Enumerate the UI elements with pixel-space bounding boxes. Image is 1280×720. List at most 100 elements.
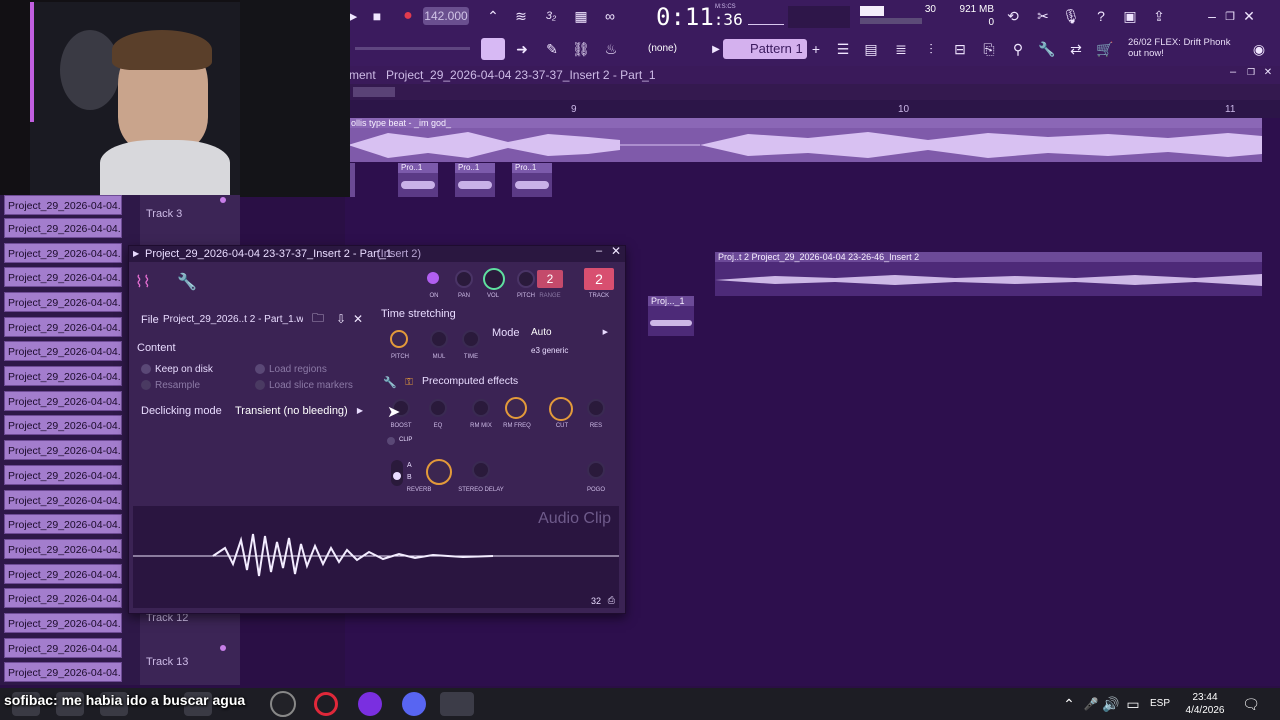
channel-rack-icon[interactable]: ▤ (860, 38, 882, 60)
loop-record-icon[interactable]: ∞ (599, 5, 621, 27)
browser-item[interactable]: Project_29_2026-04-04... (4, 514, 122, 534)
browser-item[interactable]: Project_29_2026-04-04... (4, 341, 122, 361)
browser-item[interactable]: Project_29_2026-04-04... (4, 195, 122, 215)
browser-item[interactable]: Project_29_2026-04-04... (4, 366, 122, 386)
ts-mul-knob[interactable] (430, 330, 448, 348)
browser-item[interactable]: Project_29_2026-04-04... (4, 588, 122, 608)
playlist-minimize-icon[interactable]: – (1225, 64, 1241, 80)
mixer-icon[interactable]: ⫶ (920, 38, 942, 60)
range-value[interactable]: 2 (537, 270, 563, 288)
load-regions-toggle[interactable] (255, 364, 265, 374)
browser-item[interactable]: Project_29_2026-04-04... (4, 490, 122, 510)
timeline-ruler[interactable]: 9 10 11 (345, 100, 1280, 118)
playlist-snap-slider[interactable] (355, 47, 470, 50)
on-knob[interactable] (427, 272, 439, 284)
ts-pitch-knob[interactable] (390, 330, 408, 348)
sampler-menu-arrow-icon[interactable]: ▶ (133, 246, 139, 262)
piano-roll-toggle[interactable] (481, 38, 505, 60)
tray-volume-icon[interactable]: 🔊 (1100, 693, 1122, 715)
pattern-selector[interactable]: (none) (632, 40, 702, 58)
eq-knob[interactable] (429, 399, 447, 417)
fx-lock-icon[interactable]: ⚿ (401, 373, 417, 391)
browser-item[interactable]: Project_29_2026-04-04... (4, 638, 122, 658)
step-edit-icon[interactable]: ▦ (570, 5, 592, 27)
browser-item[interactable]: Project_29_2026-04-04... (4, 539, 122, 559)
small-clip-1[interactable]: Pro..1 (398, 163, 438, 197)
countdown-icon[interactable]: 3₂ (540, 5, 562, 27)
overview-strip[interactable] (345, 84, 1280, 100)
clip-toggle[interactable] (387, 437, 395, 445)
wait-record-icon[interactable]: ≋ (510, 5, 532, 27)
browser-item[interactable]: Project_29_2026-04-04... (4, 218, 122, 238)
folder-icon[interactable]: 🗀 (309, 310, 327, 328)
pattern-button[interactable]: Pattern 1 (723, 39, 807, 59)
playlist-icon[interactable]: ☰ (832, 38, 854, 60)
playlist-restore-icon[interactable]: ❐ (1243, 64, 1259, 80)
microphone-icon[interactable]: 🎙 (1060, 5, 1082, 27)
file-close-icon[interactable]: ✕ (349, 310, 367, 328)
cut-knob[interactable] (549, 397, 573, 421)
browser-item[interactable]: Project_29_2026-04-04... (4, 415, 122, 435)
declicking-select[interactable]: Transient (no bleeding) ▶ (233, 402, 363, 420)
record-button[interactable]: ● (397, 5, 419, 27)
browser-item[interactable]: Project_29_2026-04-04... (4, 243, 122, 263)
tray-mic-icon[interactable]: 🎤 (1080, 693, 1102, 715)
arrow-right-icon[interactable]: ➜ (511, 38, 533, 60)
fx-wrench-icon[interactable]: 🔧 (381, 373, 399, 391)
master-pitch[interactable] (788, 6, 850, 28)
pitch-knob[interactable] (517, 270, 535, 288)
rm-freq-knob[interactable] (505, 397, 527, 419)
clipboard-icon[interactable]: ⎘ (978, 38, 1000, 60)
file-name[interactable]: Project_29_2026..t 2 - Part_1.wav (163, 314, 303, 325)
stamp-icon[interactable]: ♨ (600, 38, 622, 60)
close-icon[interactable]: ✕ (1238, 5, 1260, 27)
track-3-led[interactable] (220, 197, 226, 203)
discord-icon[interactable] (402, 692, 426, 716)
piano-roll-icon[interactable]: ≣ (890, 38, 912, 60)
browser-item[interactable]: Project_29_2026-04-04... (4, 564, 122, 584)
fl-studio-icon[interactable] (440, 692, 474, 716)
browser-item[interactable]: Project_29_2026-04-04... (4, 317, 122, 337)
sampler-titlebar[interactable]: ▶ Project_29_2026-04-04 23-37-37_Insert … (129, 243, 625, 262)
browser-item[interactable]: Project_29_2026-04-04... (4, 662, 122, 682)
opera-icon[interactable] (314, 692, 338, 716)
cut-tool-icon[interactable]: ✂ (1032, 5, 1054, 27)
obs-icon[interactable] (270, 691, 296, 717)
small-clip-3[interactable]: Pro..1 (512, 163, 552, 197)
small-clip-2[interactable]: Pro..1 (455, 163, 495, 197)
browser-icon[interactable]: ⊟ (949, 38, 971, 60)
language-indicator[interactable]: ESP (1150, 698, 1170, 709)
tray-network-icon[interactable]: ▭ (1122, 693, 1144, 715)
stop-button[interactable]: ■ (366, 5, 388, 27)
news-panel[interactable]: 26/02 FLEX: Drift Phonk out now! (1128, 37, 1248, 59)
add-pattern-icon[interactable]: + (805, 38, 827, 60)
reverb-knob[interactable] (426, 459, 452, 485)
reload-icon[interactable]: ⇩ (332, 310, 350, 328)
pogo-knob[interactable] (587, 461, 605, 479)
pan-knob[interactable] (455, 270, 473, 288)
browser-item[interactable]: Project_29_2026-04-04... (4, 465, 122, 485)
stereo-delay-knob[interactable] (472, 461, 490, 479)
load-slice-markers-toggle[interactable] (255, 380, 265, 390)
metronome-icon[interactable]: ⌃ (482, 5, 504, 27)
audio-clip-part1[interactable]: Proj..._1 (648, 296, 694, 336)
track-value[interactable]: 2 (584, 268, 614, 290)
zoom-icon[interactable]: ⎙ (608, 595, 615, 606)
canva-icon[interactable] (358, 692, 382, 716)
export-icon[interactable]: ⇪ (1148, 5, 1170, 27)
wrench-icon[interactable]: 🔧 (1036, 38, 1058, 60)
ts-time-knob[interactable] (462, 330, 480, 348)
vol-knob[interactable] (483, 268, 505, 290)
track-3-label[interactable]: Track 3 (146, 208, 182, 220)
res-knob[interactable] (587, 399, 605, 417)
sampler-minimize-icon[interactable]: – (591, 243, 607, 259)
link-icon[interactable]: ⛓ (570, 38, 592, 60)
draw-tool-icon[interactable]: ✎ (541, 38, 563, 60)
track-13-label[interactable]: Track 13 (146, 656, 188, 668)
help-icon[interactable]: ? (1090, 5, 1112, 27)
rm-mix-knob[interactable] (472, 399, 490, 417)
tray-arrow-icon[interactable]: ⌃ (1058, 693, 1080, 715)
browser-item[interactable]: Project_29_2026-04-04... (4, 440, 122, 460)
globe-icon[interactable]: ◉ (1248, 38, 1270, 60)
shop-icon[interactable]: 🛒 (1094, 38, 1116, 60)
